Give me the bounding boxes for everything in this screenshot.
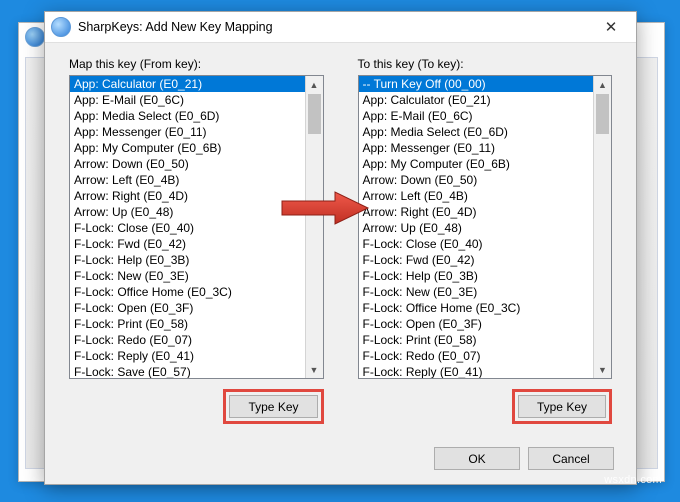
to-list-container: -- Turn Key Off (00_00)App: Calculator (… — [358, 75, 613, 379]
list-item[interactable]: App: Calculator (E0_21) — [359, 92, 594, 108]
list-item[interactable]: Arrow: Right (E0_4D) — [70, 188, 305, 204]
list-item[interactable]: F-Lock: Office Home (E0_3C) — [70, 284, 305, 300]
scroll-down-icon[interactable]: ▼ — [306, 361, 323, 378]
list-item[interactable]: F-Lock: Open (E0_3F) — [70, 300, 305, 316]
to-scrollbar[interactable]: ▲ ▼ — [593, 76, 611, 378]
list-item[interactable]: F-Lock: Fwd (E0_42) — [70, 236, 305, 252]
from-type-key-button[interactable]: Type Key — [229, 395, 317, 418]
to-panel: To this key (To key): -- Turn Key Off (0… — [358, 57, 613, 424]
list-item[interactable]: Arrow: Down (E0_50) — [70, 156, 305, 172]
from-listbox[interactable]: App: Calculator (E0_21)App: E-Mail (E0_6… — [70, 76, 305, 378]
dialog-button-row: OK Cancel — [434, 447, 614, 470]
to-label: To this key (To key): — [358, 57, 613, 71]
scroll-down-icon[interactable]: ▼ — [594, 361, 611, 378]
list-item[interactable]: Arrow: Left (E0_4B) — [359, 188, 594, 204]
list-item[interactable]: App: Media Select (E0_6D) — [359, 124, 594, 140]
list-item[interactable]: App: My Computer (E0_6B) — [70, 140, 305, 156]
list-item[interactable]: App: My Computer (E0_6B) — [359, 156, 594, 172]
list-item[interactable]: F-Lock: New (E0_3E) — [359, 284, 594, 300]
to-type-key-button[interactable]: Type Key — [518, 395, 606, 418]
list-item[interactable]: App: Messenger (E0_11) — [359, 140, 594, 156]
app-icon — [25, 27, 45, 47]
list-item[interactable]: Arrow: Left (E0_4B) — [70, 172, 305, 188]
scroll-thumb[interactable] — [596, 94, 609, 134]
list-item[interactable]: F-Lock: Redo (E0_07) — [359, 348, 594, 364]
list-item[interactable]: Arrow: Up (E0_48) — [359, 220, 594, 236]
list-item[interactable]: F-Lock: Redo (E0_07) — [70, 332, 305, 348]
list-item[interactable]: Arrow: Down (E0_50) — [359, 172, 594, 188]
from-panel: Map this key (From key): App: Calculator… — [69, 57, 324, 424]
annotation-highlight: Type Key — [223, 389, 323, 424]
list-item[interactable]: App: Messenger (E0_11) — [70, 124, 305, 140]
list-item[interactable]: App: Media Select (E0_6D) — [70, 108, 305, 124]
list-item[interactable]: F-Lock: Close (E0_40) — [359, 236, 594, 252]
app-icon — [51, 17, 71, 37]
from-list-container: App: Calculator (E0_21)App: E-Mail (E0_6… — [69, 75, 324, 379]
from-label: Map this key (From key): — [69, 57, 324, 71]
watermark: wsxdn.com — [604, 474, 662, 486]
cancel-button[interactable]: Cancel — [528, 447, 614, 470]
close-button[interactable]: ✕ — [590, 13, 632, 41]
list-item[interactable]: F-Lock: Print (E0_58) — [359, 332, 594, 348]
dialog-sharpkeys-add-mapping: SharpKeys: Add New Key Mapping ✕ Map thi… — [44, 11, 637, 485]
window-title: SharpKeys: Add New Key Mapping — [78, 20, 590, 34]
scroll-thumb[interactable] — [308, 94, 321, 134]
list-item[interactable]: F-Lock: Open (E0_3F) — [359, 316, 594, 332]
from-scrollbar[interactable]: ▲ ▼ — [305, 76, 323, 378]
list-item[interactable]: F-Lock: Reply (E0_41) — [359, 364, 594, 378]
list-item[interactable]: App: E-Mail (E0_6C) — [359, 108, 594, 124]
list-item[interactable]: -- Turn Key Off (00_00) — [359, 76, 594, 92]
scroll-up-icon[interactable]: ▲ — [594, 76, 611, 93]
list-item[interactable]: F-Lock: New (E0_3E) — [70, 268, 305, 284]
list-item[interactable]: Arrow: Up (E0_48) — [70, 204, 305, 220]
titlebar: SharpKeys: Add New Key Mapping ✕ — [45, 12, 636, 43]
list-item[interactable]: F-Lock: Print (E0_58) — [70, 316, 305, 332]
annotation-highlight: Type Key — [512, 389, 612, 424]
list-item[interactable]: App: Calculator (E0_21) — [70, 76, 305, 92]
list-item[interactable]: F-Lock: Fwd (E0_42) — [359, 252, 594, 268]
list-item[interactable]: F-Lock: Office Home (E0_3C) — [359, 300, 594, 316]
list-item[interactable]: F-Lock: Close (E0_40) — [70, 220, 305, 236]
list-item[interactable]: F-Lock: Save (E0_57) — [70, 364, 305, 378]
list-item[interactable]: F-Lock: Reply (E0_41) — [70, 348, 305, 364]
list-item[interactable]: F-Lock: Help (E0_3B) — [70, 252, 305, 268]
list-item[interactable]: F-Lock: Help (E0_3B) — [359, 268, 594, 284]
close-icon: ✕ — [605, 18, 618, 36]
list-item[interactable]: App: E-Mail (E0_6C) — [70, 92, 305, 108]
to-listbox[interactable]: -- Turn Key Off (00_00)App: Calculator (… — [359, 76, 594, 378]
ok-button[interactable]: OK — [434, 447, 520, 470]
list-item[interactable]: Arrow: Right (E0_4D) — [359, 204, 594, 220]
scroll-up-icon[interactable]: ▲ — [306, 76, 323, 93]
